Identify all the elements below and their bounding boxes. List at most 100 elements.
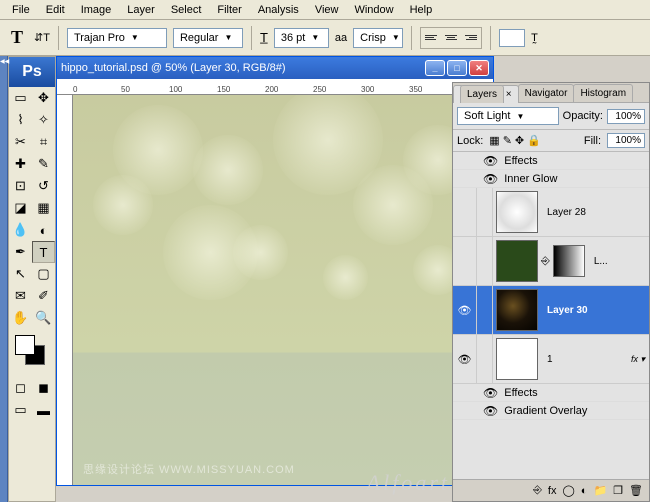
- align-center-button[interactable]: [441, 28, 461, 48]
- blend-mode-dropdown[interactable]: Soft Light▼: [457, 107, 559, 125]
- blur-tool[interactable]: 💧: [9, 219, 32, 241]
- mask-thumb[interactable]: [553, 245, 585, 277]
- eye-icon[interactable]: 👁: [483, 172, 498, 186]
- mask-link-icon[interactable]: ⎆: [541, 255, 550, 268]
- effects-row[interactable]: 👁Effects: [453, 152, 649, 170]
- eye-icon[interactable]: 👁: [483, 386, 498, 400]
- layer-style-icon[interactable]: fx: [548, 485, 557, 497]
- layer-row-1[interactable]: 👁 1 fx ▾: [453, 335, 649, 384]
- tab-navigator[interactable]: Navigator: [518, 84, 575, 102]
- quickmask-normal[interactable]: ◻: [9, 377, 32, 399]
- path-tool[interactable]: ↖: [9, 263, 32, 285]
- notes-tool[interactable]: ✉: [9, 285, 32, 307]
- lasso-tool[interactable]: ⌇: [9, 109, 32, 131]
- menu-window[interactable]: Window: [348, 2, 399, 18]
- fill-input[interactable]: 100%: [607, 133, 645, 148]
- menu-image[interactable]: Image: [75, 2, 118, 18]
- lock-all-icon[interactable]: 🔒: [527, 134, 541, 147]
- layer-thumb[interactable]: [496, 338, 538, 380]
- screen-mode-2[interactable]: ▬: [32, 399, 55, 421]
- zoom-tool[interactable]: 🔍: [32, 307, 55, 329]
- menu-help[interactable]: Help: [404, 2, 439, 18]
- layer-thumb[interactable]: [496, 191, 538, 233]
- eye-icon[interactable]: 👁: [483, 154, 498, 168]
- fx-indicator[interactable]: fx ▾: [631, 354, 649, 365]
- hand-tool[interactable]: ✋: [9, 307, 32, 329]
- align-left-button[interactable]: [421, 28, 441, 48]
- layer-name[interactable]: L...: [588, 256, 649, 267]
- visibility-toggle[interactable]: [453, 188, 477, 236]
- eyedropper-tool[interactable]: ✐: [32, 285, 55, 307]
- menu-layer[interactable]: Layer: [121, 2, 161, 18]
- layer-name[interactable]: Layer 30: [541, 305, 649, 316]
- layer-options-row: Soft Light▼ Opacity: 100%: [453, 103, 649, 130]
- foreground-color[interactable]: [15, 335, 35, 355]
- menu-edit[interactable]: Edit: [40, 2, 71, 18]
- type-tool[interactable]: T: [32, 241, 55, 263]
- layer-name[interactable]: Layer 28: [541, 207, 649, 218]
- toolbox-handle[interactable]: [0, 56, 8, 502]
- font-family-dropdown[interactable]: Trajan Pro▼: [67, 28, 167, 48]
- font-size-dropdown[interactable]: 36 pt▼: [274, 28, 329, 48]
- wand-tool[interactable]: ✧: [32, 109, 55, 131]
- link-layers-icon[interactable]: ⎆: [533, 484, 542, 497]
- lock-transparency-icon[interactable]: ▦: [489, 134, 499, 147]
- brush-tool[interactable]: ✎: [32, 153, 55, 175]
- screen-mode[interactable]: ▭: [9, 399, 32, 421]
- text-color-swatch[interactable]: [499, 29, 525, 47]
- layer-mask-icon[interactable]: ◯: [562, 484, 574, 497]
- visibility-toggle[interactable]: 👁: [453, 335, 477, 383]
- menu-filter[interactable]: Filter: [211, 2, 247, 18]
- maximize-button[interactable]: □: [447, 60, 467, 76]
- visibility-toggle[interactable]: 👁: [453, 286, 477, 334]
- adjustment-layer-icon[interactable]: ◐: [581, 485, 588, 497]
- layer-row-28[interactable]: Layer 28: [453, 188, 649, 237]
- layer-name[interactable]: 1: [541, 354, 631, 365]
- document-titlebar[interactable]: hippo_tutorial.psd @ 50% (Layer 30, RGB/…: [57, 57, 493, 79]
- canvas[interactable]: 思缘设计论坛 WWW.MISSYUAN.COM: [73, 95, 493, 485]
- antialias-dropdown[interactable]: Crisp▼: [353, 28, 403, 48]
- visibility-toggle[interactable]: [453, 237, 477, 285]
- crop-tool[interactable]: ✂: [9, 131, 32, 153]
- color-swatches[interactable]: [13, 333, 51, 373]
- eraser-tool[interactable]: ◪: [9, 197, 32, 219]
- menu-analysis[interactable]: Analysis: [252, 2, 305, 18]
- divider: [411, 26, 412, 50]
- lock-position-icon[interactable]: ✥: [515, 134, 524, 147]
- group-icon[interactable]: 📁: [593, 484, 607, 497]
- minimize-button[interactable]: _: [425, 60, 445, 76]
- gradient-tool[interactable]: ▦: [32, 197, 55, 219]
- quickmask-mask[interactable]: ◼: [32, 377, 55, 399]
- layer-thumb[interactable]: [496, 240, 538, 282]
- lock-pixels-icon[interactable]: ✎: [503, 134, 512, 147]
- delete-layer-icon[interactable]: 🗑: [629, 484, 643, 497]
- shape-tool[interactable]: ▢: [32, 263, 55, 285]
- heal-tool[interactable]: ✚: [9, 153, 32, 175]
- eye-icon[interactable]: 👁: [483, 404, 498, 418]
- history-brush-tool[interactable]: ↺: [32, 175, 55, 197]
- layer-row-mask[interactable]: ⎆ L...: [453, 237, 649, 286]
- menu-view[interactable]: View: [309, 2, 345, 18]
- close-button[interactable]: ✕: [469, 60, 489, 76]
- layer-row-30[interactable]: 👁 Layer 30: [453, 286, 649, 335]
- marquee-tool[interactable]: ▭: [9, 87, 32, 109]
- font-style-dropdown[interactable]: Regular▼: [173, 28, 243, 48]
- effect-inner-glow[interactable]: 👁Inner Glow: [453, 170, 649, 188]
- opacity-input[interactable]: 100%: [607, 109, 645, 124]
- warp-text-icon[interactable]: T̰: [531, 32, 538, 44]
- pen-tool[interactable]: ✒: [9, 241, 32, 263]
- tab-histogram[interactable]: Histogram: [573, 84, 633, 102]
- menu-file[interactable]: File: [6, 2, 36, 18]
- slice-tool[interactable]: ⌗: [32, 131, 55, 153]
- menu-select[interactable]: Select: [165, 2, 208, 18]
- layer-thumb[interactable]: [496, 289, 538, 331]
- toggle-orientation-icon[interactable]: ⇵T: [34, 31, 50, 44]
- effect-gradient-overlay[interactable]: 👁Gradient Overlay: [453, 402, 649, 420]
- new-layer-icon[interactable]: ❐: [613, 484, 623, 497]
- dodge-tool[interactable]: ◐: [32, 219, 55, 241]
- move-tool[interactable]: ✥: [32, 87, 55, 109]
- align-right-button[interactable]: [461, 28, 481, 48]
- stamp-tool[interactable]: ⊡: [9, 175, 32, 197]
- tab-layers[interactable]: Layers ×: [453, 85, 519, 103]
- effects-row-2[interactable]: 👁Effects: [453, 384, 649, 402]
